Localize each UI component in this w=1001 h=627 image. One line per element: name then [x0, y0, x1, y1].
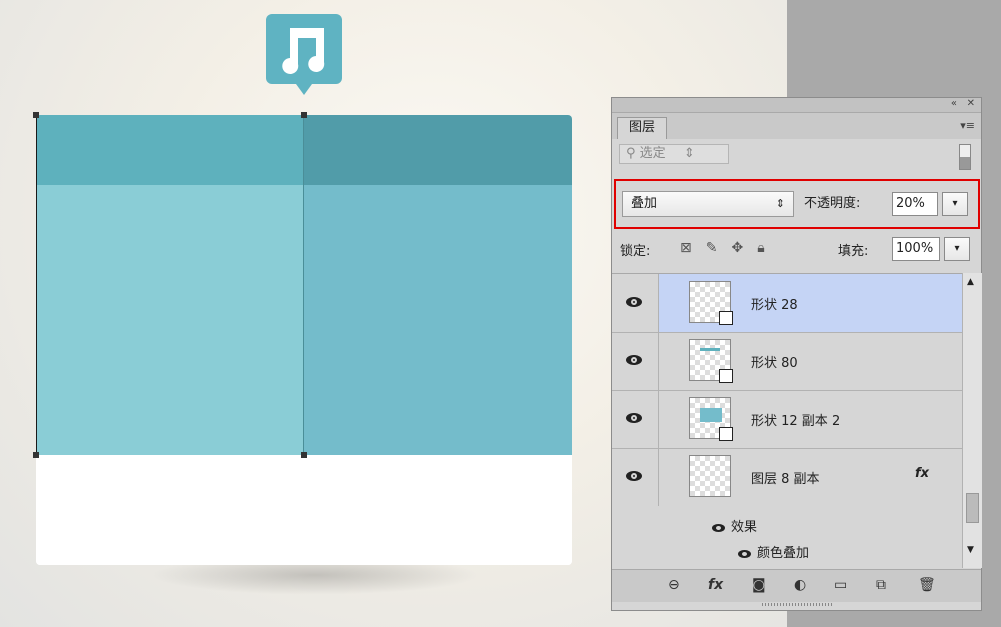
fill-label: 填充: — [838, 244, 869, 259]
close-icon[interactable]: ✕ — [967, 98, 975, 109]
eye-icon — [626, 471, 642, 481]
selection-edge-left — [36, 115, 37, 457]
layer-filter-select[interactable]: ⚲ 选定 ⇕ — [619, 144, 729, 164]
layer-row[interactable]: 形状 80 — [612, 332, 962, 391]
move-icon[interactable]: ✥ — [731, 240, 757, 256]
search-icon: ⚲ — [626, 146, 636, 161]
card-panel-right — [304, 185, 572, 455]
blend-mode-select[interactable]: 叠加 ⇕ — [622, 191, 794, 217]
card-header-left — [36, 115, 304, 185]
selection-handle[interactable] — [301, 112, 307, 118]
design-card[interactable] — [36, 115, 572, 565]
layer-row[interactable]: 形状 12 副本 2 — [612, 390, 962, 449]
lock-icons-group: ⊠✎✥🔒︎ — [680, 240, 779, 256]
new-layer-icon[interactable]: ⧉ — [876, 577, 886, 593]
fx-icon[interactable]: fx — [915, 466, 929, 481]
card-header-right — [304, 115, 572, 185]
visibility-toggle[interactable] — [612, 332, 659, 390]
layer-name: 图层 8 副本 — [751, 472, 820, 487]
layer-row[interactable]: 形状 28 — [612, 274, 962, 333]
chevron-updown-icon: ⇕ — [775, 197, 785, 210]
layer-thumbnail — [689, 455, 731, 497]
lock-fill-row: 锁定: ⊠✎✥🔒︎ 填充: 100% ▾ — [612, 232, 981, 268]
filter-label: 选定 — [639, 146, 666, 161]
effects-group[interactable]: 效果 — [712, 516, 757, 535]
layer-name: 形状 28 — [751, 298, 798, 313]
opacity-label: 不透明度: — [804, 196, 861, 211]
layer-row[interactable]: 图层 8 副本 fx — [612, 448, 962, 506]
scroll-down-icon[interactable]: ▼ — [967, 545, 974, 555]
fill-dropdown-button[interactable]: ▾ — [944, 237, 970, 261]
card-panel-left — [36, 185, 304, 455]
brush-icon[interactable]: ✎ — [706, 240, 732, 256]
layers-panel: « ✕ 图层 ▾≡ ⚲ 选定 ⇕ 叠加 ⇕ 不透明度: 20% ▾ 锁定: ⊠✎… — [611, 97, 982, 611]
layer-thumbnail — [689, 281, 733, 325]
chevron-updown-icon: ⇕ — [683, 146, 695, 161]
fill-input[interactable]: 100% — [892, 237, 940, 261]
filter-row: ⚲ 选定 ⇕ — [612, 139, 981, 170]
layers-scrollbar[interactable]: ▲ ▼ — [962, 273, 982, 568]
lock-label: 锁定: — [620, 244, 651, 259]
layer-name: 形状 12 副本 2 — [751, 414, 841, 429]
fx-icon[interactable]: fx — [708, 577, 723, 593]
folder-icon[interactable]: ▭ — [834, 577, 847, 593]
panel-bottom-toolbar: ⊖ fx ◙ ◐ ▭ ⧉ 🗑︎ — [612, 569, 981, 602]
filter-toggle[interactable] — [959, 144, 971, 170]
scroll-thumb[interactable] — [966, 493, 979, 523]
effects-label: 效果 — [731, 520, 758, 535]
layers-list: 形状 28 形状 80 形状 12 副本 2 图层 8 副本 fx 效果 颜色叠… — [612, 273, 962, 569]
layer-thumbnail — [689, 397, 733, 441]
vector-mask-icon — [719, 369, 733, 383]
visibility-toggle[interactable] — [612, 274, 659, 332]
collapse-icon[interactable]: « — [951, 98, 957, 109]
adjustment-icon[interactable]: ◐ — [794, 577, 806, 593]
visibility-toggle[interactable] — [612, 390, 659, 448]
eye-icon — [712, 523, 725, 532]
mask-icon[interactable]: ◙ — [752, 577, 766, 593]
card-footer — [36, 455, 572, 565]
selection-handle[interactable] — [33, 452, 39, 458]
scroll-up-icon[interactable]: ▲ — [967, 277, 974, 287]
blend-opacity-row: 叠加 ⇕ 不透明度: 20% ▾ — [614, 179, 980, 229]
visibility-toggle[interactable] — [612, 448, 659, 506]
tab-layers[interactable]: 图层 — [617, 117, 667, 139]
eye-icon — [626, 413, 642, 423]
lock-transparency-icon[interactable]: ⊠ — [680, 240, 706, 256]
blend-mode-value: 叠加 — [631, 196, 658, 211]
link-icon[interactable]: ⊖ — [668, 577, 680, 593]
eye-icon — [626, 297, 642, 307]
vector-mask-icon — [719, 427, 733, 441]
selection-handle[interactable] — [33, 112, 39, 118]
effect-item[interactable]: 颜色叠加 — [738, 542, 809, 561]
panel-titlebar: « ✕ — [612, 98, 981, 113]
trash-icon[interactable]: 🗑︎ — [918, 577, 936, 593]
selection-handle[interactable] — [301, 452, 307, 458]
effect-name: 颜色叠加 — [757, 546, 810, 561]
resize-grip[interactable] — [762, 603, 832, 606]
eye-icon — [626, 355, 642, 365]
eye-icon — [738, 549, 751, 558]
music-note-icon — [282, 28, 325, 74]
vector-mask-icon — [719, 311, 733, 325]
card-divider — [303, 115, 304, 455]
layer-name: 形状 80 — [751, 356, 798, 371]
panel-menu-icon[interactable]: ▾≡ — [960, 119, 975, 132]
layer-effects: 效果 颜色叠加 — [612, 506, 962, 569]
panel-tab-row: 图层 ▾≡ — [612, 113, 981, 139]
layer-thumbnail — [689, 339, 733, 383]
music-badge — [266, 14, 342, 95]
opacity-input[interactable]: 20% — [892, 192, 938, 216]
lock-icon[interactable]: 🔒︎ — [757, 240, 778, 256]
opacity-dropdown-button[interactable]: ▾ — [942, 192, 968, 216]
